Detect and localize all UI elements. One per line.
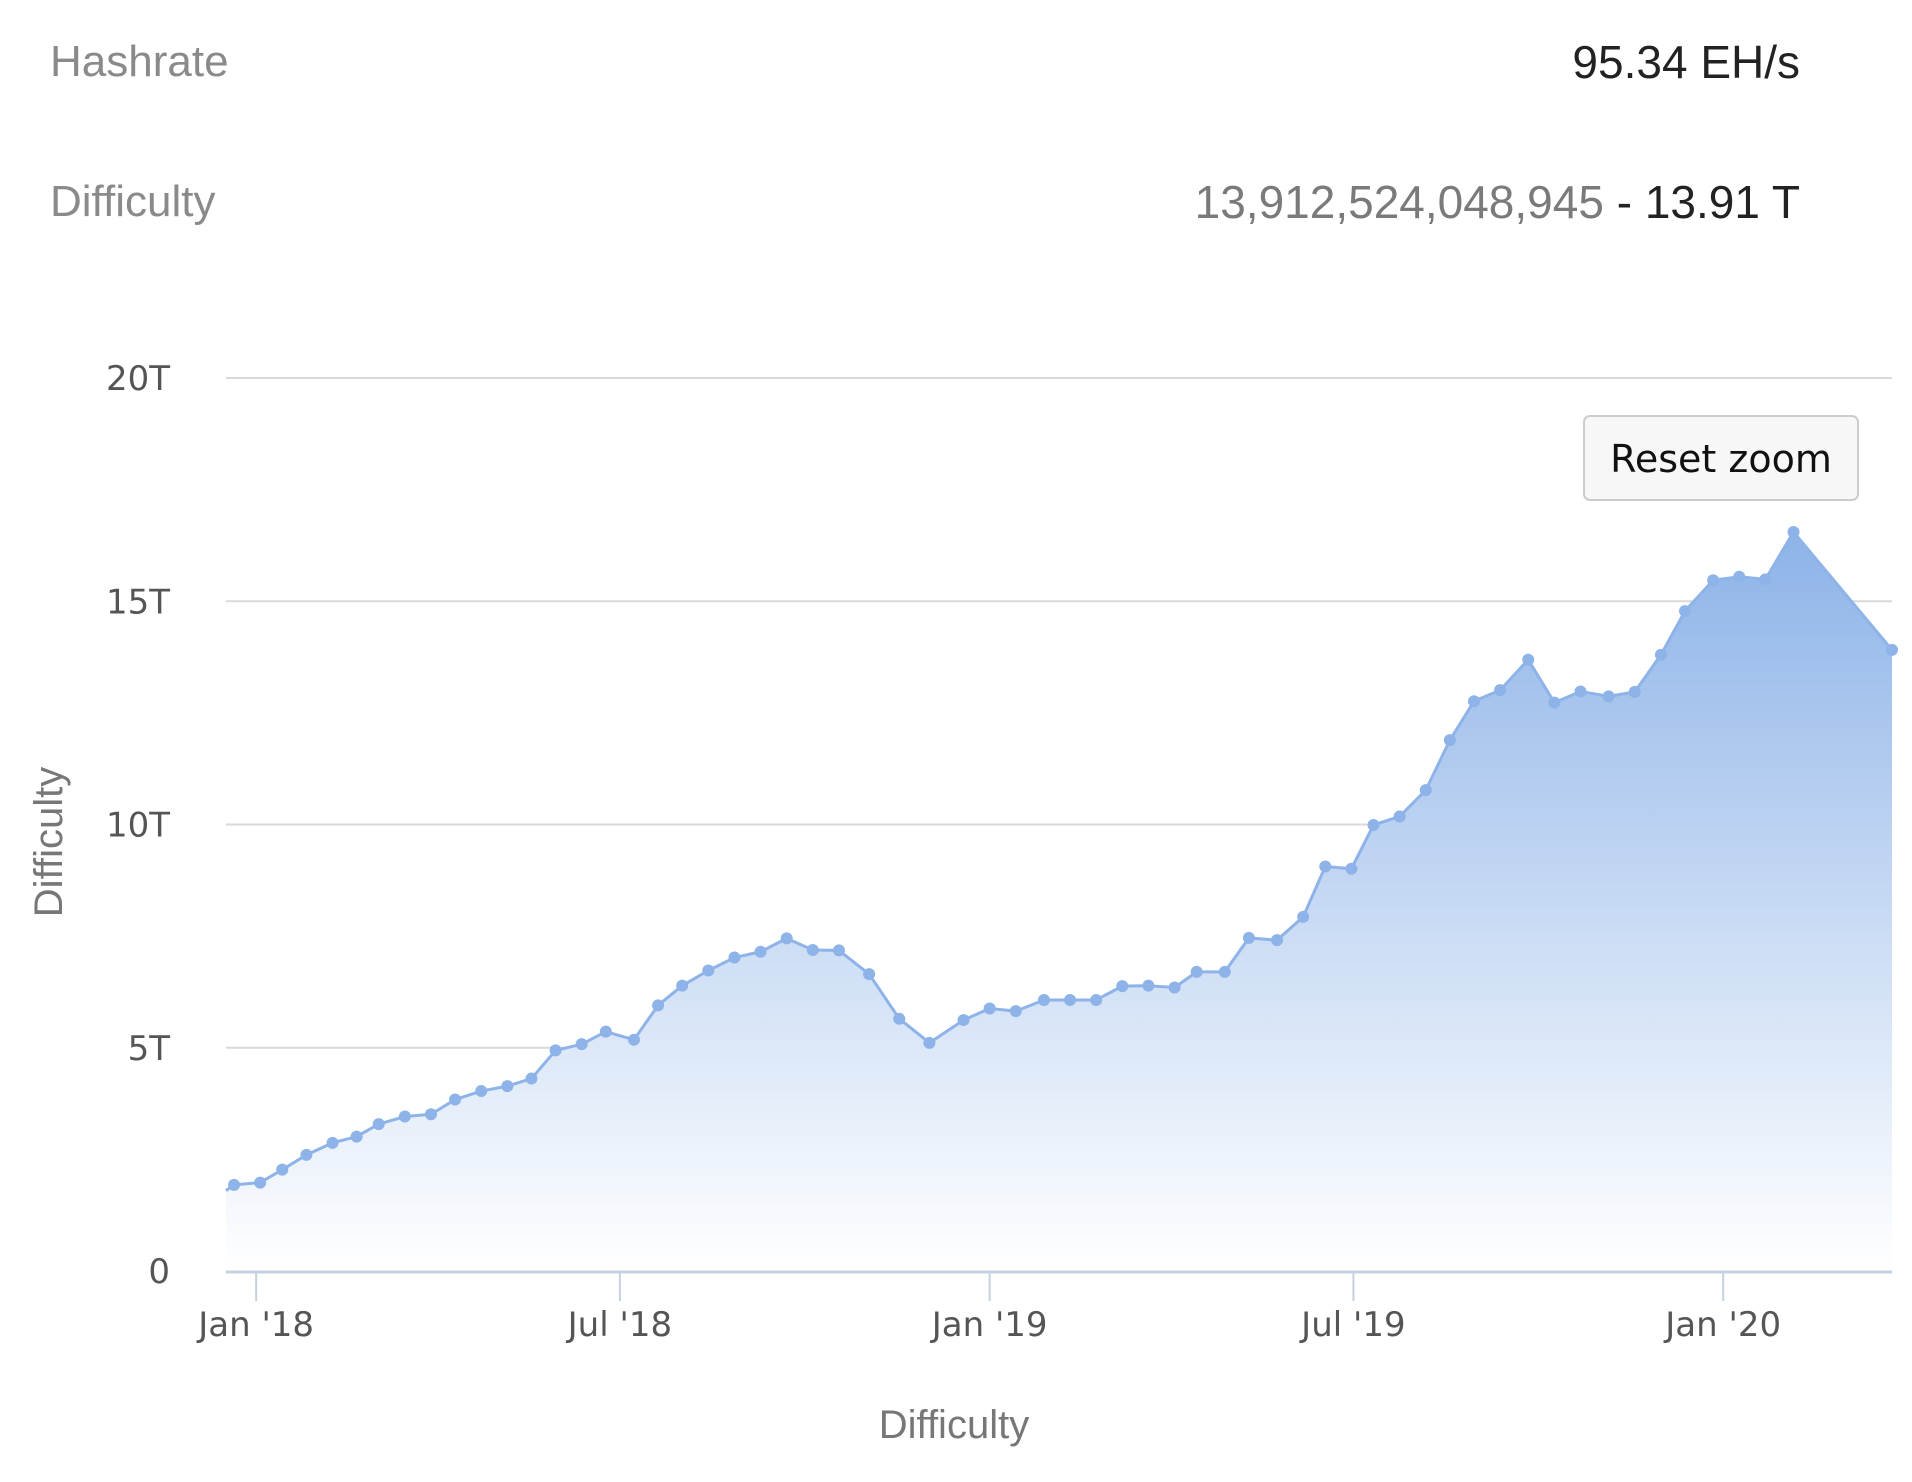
data-point[interactable]	[326, 1136, 339, 1149]
data-point[interactable]	[1297, 910, 1310, 923]
y-tick-label: 0	[148, 1252, 170, 1292]
data-point[interactable]	[1218, 965, 1231, 978]
data-point[interactable]	[1759, 573, 1772, 586]
data-point[interactable]	[754, 945, 767, 958]
x-tick-label: Jul '19	[1299, 1305, 1405, 1345]
reset-zoom-label[interactable]: Reset zoom	[1610, 437, 1832, 481]
data-point[interactable]	[652, 999, 665, 1012]
data-point[interactable]	[1443, 734, 1456, 747]
data-point[interactable]	[501, 1080, 514, 1093]
x-tick-label: Jul '18	[566, 1305, 672, 1345]
x-tick-label: Jan '19	[930, 1305, 1048, 1345]
area-fill-layer	[226, 532, 1892, 1271]
x-tick-label: Jan '20	[1663, 1305, 1781, 1345]
data-point[interactable]	[627, 1033, 640, 1046]
data-point[interactable]	[1522, 653, 1535, 666]
data-point[interactable]	[449, 1093, 462, 1106]
data-point[interactable]	[300, 1148, 313, 1161]
data-point[interactable]	[1886, 643, 1898, 656]
data-point[interactable]	[957, 1014, 970, 1027]
data-point[interactable]	[1319, 860, 1332, 873]
data-point[interactable]	[1116, 980, 1129, 993]
data-point[interactable]	[1419, 784, 1432, 797]
data-point[interactable]	[832, 944, 845, 957]
x-tick-label: Jan '18	[196, 1305, 314, 1345]
data-point[interactable]	[549, 1044, 562, 1057]
difficulty-chart[interactable]: 0 5T 10T 15T 20T Jan '18 Jul '18 Jan '19 Jul '19…	[0, 0, 1912, 1482]
data-point[interactable]	[983, 1002, 996, 1015]
y-tick-label: 5T	[128, 1029, 171, 1069]
data-point[interactable]	[1242, 931, 1255, 944]
data-point[interactable]	[1467, 695, 1480, 708]
data-point[interactable]	[1628, 685, 1641, 698]
series-area	[226, 532, 1892, 1271]
x-axis-title: Difficulty	[879, 1403, 1029, 1447]
y-tick-label: 20T	[106, 359, 170, 399]
data-point[interactable]	[1574, 685, 1587, 698]
data-point[interactable]	[1367, 818, 1380, 831]
data-point[interactable]	[1168, 981, 1181, 994]
data-point[interactable]	[728, 951, 741, 964]
data-point[interactable]	[398, 1110, 411, 1123]
data-point[interactable]	[1190, 965, 1203, 978]
data-point[interactable]	[1707, 574, 1720, 587]
data-point[interactable]	[525, 1072, 538, 1085]
data-point[interactable]	[1142, 979, 1155, 992]
data-point[interactable]	[780, 932, 793, 945]
data-point[interactable]	[1090, 993, 1103, 1006]
data-point[interactable]	[1271, 934, 1284, 947]
data-point[interactable]	[575, 1038, 588, 1051]
data-point[interactable]	[863, 968, 876, 981]
data-point[interactable]	[1602, 690, 1615, 703]
data-point[interactable]	[254, 1176, 267, 1189]
data-point[interactable]	[1679, 605, 1692, 618]
data-point[interactable]	[1064, 993, 1077, 1006]
data-point[interactable]	[806, 943, 819, 956]
data-point[interactable]	[228, 1178, 241, 1191]
data-point[interactable]	[676, 979, 689, 992]
data-point[interactable]	[372, 1118, 385, 1131]
data-point[interactable]	[1787, 526, 1800, 539]
data-point[interactable]	[1654, 648, 1667, 661]
data-point[interactable]	[923, 1036, 936, 1049]
data-point[interactable]	[1345, 862, 1358, 875]
data-point[interactable]	[276, 1163, 289, 1176]
data-point[interactable]	[424, 1108, 437, 1121]
data-point[interactable]	[702, 964, 715, 977]
data-point[interactable]	[1548, 696, 1561, 709]
data-point[interactable]	[1494, 684, 1507, 697]
data-point[interactable]	[893, 1012, 906, 1025]
x-axis-layer	[226, 1270, 1892, 1301]
data-point[interactable]	[599, 1025, 612, 1038]
y-tick-label: 15T	[106, 582, 170, 622]
y-axis-title: Difficulty	[27, 767, 71, 917]
data-point[interactable]	[1009, 1005, 1022, 1018]
y-tick-label: 10T	[106, 806, 170, 846]
data-point[interactable]	[1733, 570, 1746, 583]
reset-zoom-button[interactable]: Reset zoom	[1583, 415, 1859, 501]
data-point[interactable]	[475, 1085, 488, 1098]
data-point[interactable]	[350, 1130, 363, 1143]
data-point[interactable]	[1037, 993, 1050, 1006]
data-point[interactable]	[1393, 810, 1406, 823]
